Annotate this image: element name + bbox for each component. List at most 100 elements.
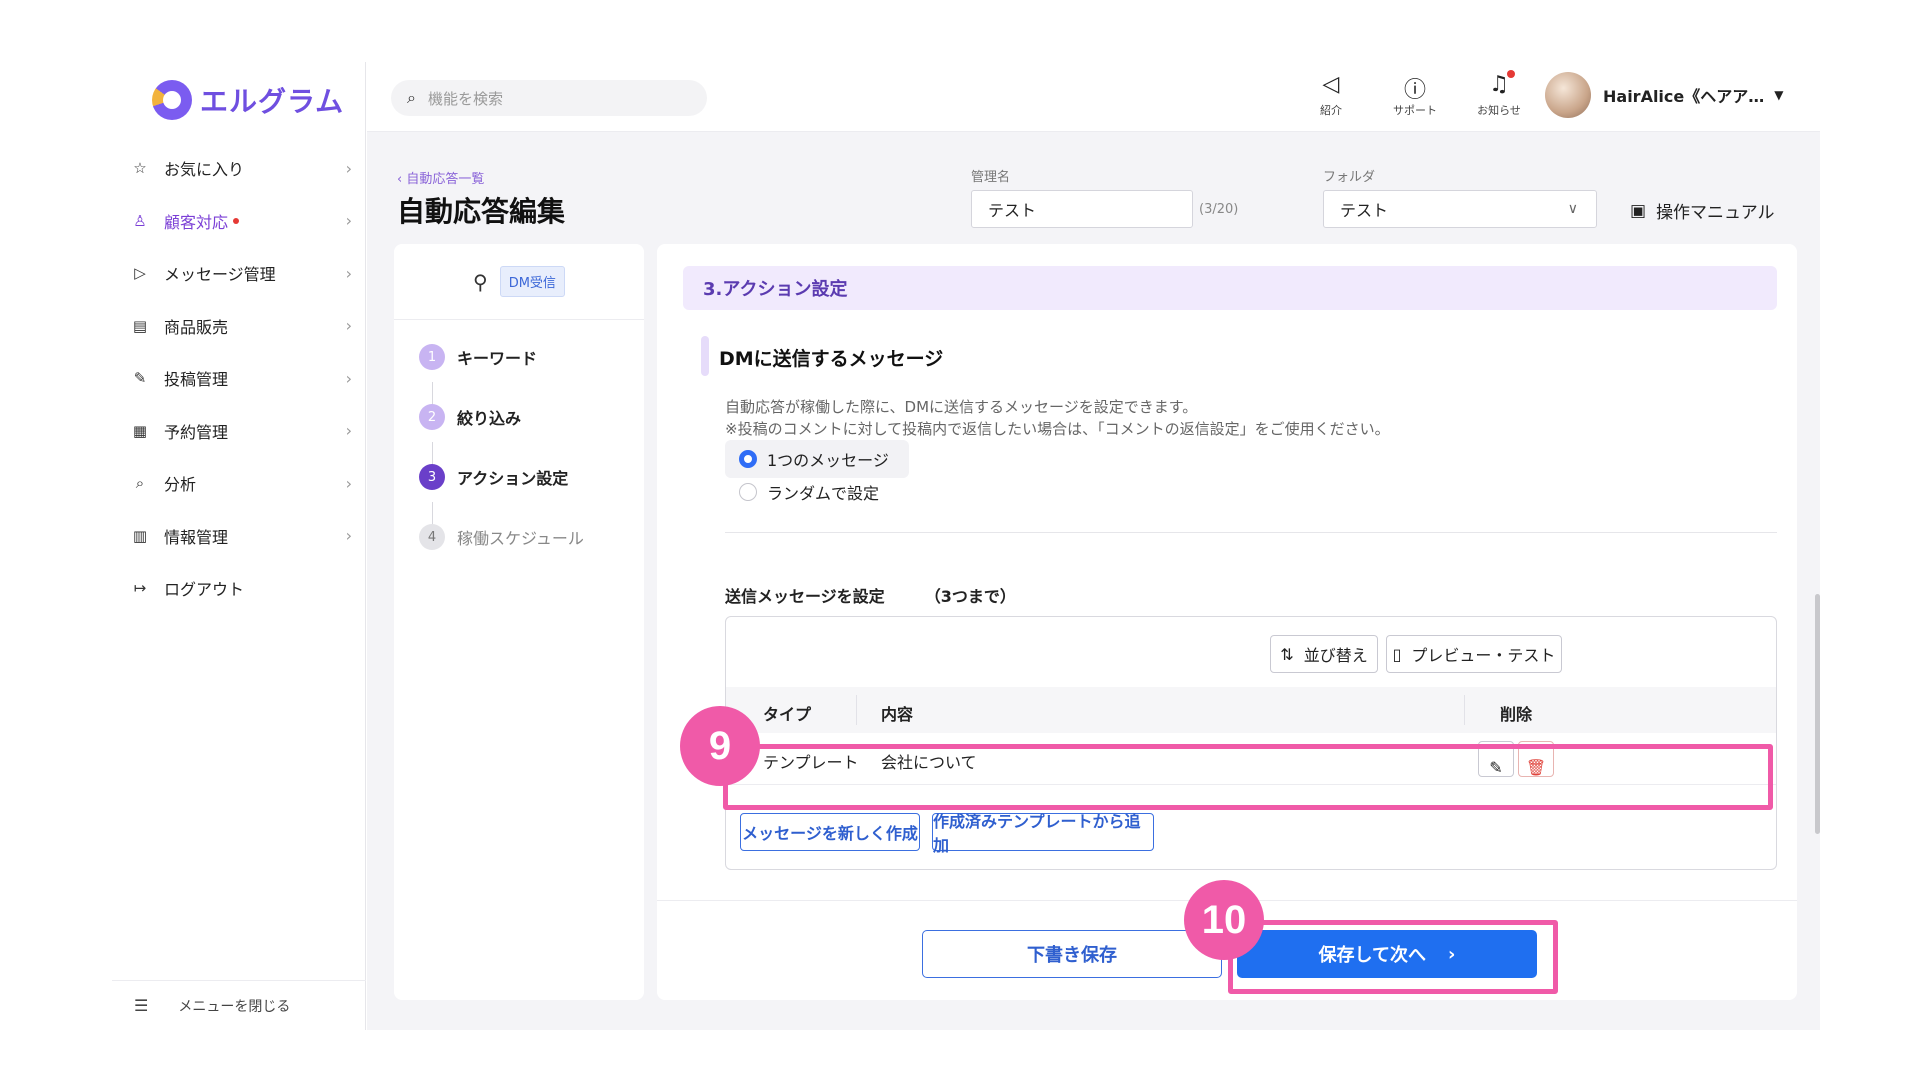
shop-icon: ▤ (132, 316, 148, 335)
sidebar-item-label: 分析 (164, 475, 197, 495)
header-content: 内容 (881, 705, 914, 724)
step-number: 1 (419, 344, 445, 370)
sidebar-item-label: メッセージ管理 (164, 265, 276, 285)
sidebar-item-info[interactable]: ▥ 情報管理 › (130, 510, 352, 563)
phone-icon: ▯ (1392, 644, 1402, 664)
chevron-right-icon: › (345, 263, 352, 283)
section-title: 3.アクション設定 (683, 266, 1777, 310)
steps-panel: ⚲ DM受信 1 キーワード 2 絞り込み 3 アクション設定 4 稼働スケジュ… (394, 244, 644, 1000)
support-label: サポート (1393, 104, 1437, 117)
app-root: エルグラム ☆ お気に入り › ♙ 顧客対応 › ▷ メッセージ管理 › ▤ 商… (0, 0, 1920, 1080)
sidebar-item-label: 情報管理 (164, 527, 229, 547)
folder-select[interactable]: テスト ∨ (1323, 190, 1597, 228)
sidebar-item-customer[interactable]: ♙ 顧客対応 › (130, 195, 352, 248)
avatar (1545, 72, 1591, 118)
megaphone-icon: ◁ (1322, 72, 1340, 97)
sidebar-item-sales[interactable]: ▤ 商品販売 › (130, 300, 352, 353)
chevron-right-icon: › (345, 368, 352, 388)
sort-label: 並び替え (1303, 646, 1368, 665)
step-schedule[interactable]: 4 稼働スケジュール (419, 524, 584, 550)
menu-collapse-icon: ☰ (134, 996, 149, 1015)
notification-dot (1506, 70, 1515, 78)
chevron-down-icon: ∨ (1567, 201, 1578, 217)
description-line-2: ※投稿のコメントに対して投稿内で返信したい場合は、「コメントの返信設定」をご使用… (725, 420, 1390, 438)
step-badge-10: 10 (1184, 880, 1264, 960)
folder-select-value: テスト (1340, 201, 1389, 220)
sidebar-item-label: 投稿管理 (164, 370, 229, 390)
divider (725, 532, 1777, 533)
sidebar-item-analysis[interactable]: ⌕ 分析 › (130, 457, 352, 510)
sidebar-item-posts[interactable]: ✎ 投稿管理 › (130, 352, 352, 405)
step-number: 3 (419, 464, 445, 490)
book-icon: ▣ (1630, 200, 1647, 221)
add-from-template-button[interactable]: 作成済みテンプレートから追加 (932, 812, 1154, 855)
trigger-header: ⚲ DM受信 (394, 244, 644, 320)
save-draft-button[interactable]: 下書き保存 (922, 930, 1222, 978)
user-menu[interactable]: HairAlice《ヘアア… ▼ (1545, 72, 1784, 118)
sidebar-item-label: 顧客対応 (164, 212, 229, 232)
main-area: ‹ 自動応答一覧 自動応答編集 管理名 テスト (3/20) フォルダ テスト … (367, 132, 1820, 1030)
user-name: HairAlice《ヘアア… (1603, 87, 1765, 106)
chevron-right-icon: › (345, 473, 352, 493)
chevron-right-icon: › (345, 211, 352, 231)
notifications-button[interactable]: ♫ お知らせ (1471, 70, 1527, 118)
breadcrumb[interactable]: ‹ 自動応答一覧 (397, 168, 484, 187)
step-label: キーワード (457, 349, 538, 368)
top-header: ⌕ 機能を検索 ◁ 紹介 ⓘ サポート ♫ お知らせ HairAlice《ヘアア… (367, 62, 1820, 132)
sidebar: エルグラム ☆ お気に入り › ♙ 顧客対応 › ▷ メッセージ管理 › ▤ 商… (112, 62, 366, 1030)
sort-icon: ⇅ (1280, 644, 1294, 664)
sidebar-item-label: 商品販売 (164, 317, 229, 337)
radio-random[interactable]: ランダムで設定 (725, 480, 879, 504)
table-header: タイプ 内容 削除 (726, 687, 1776, 733)
page-title: 自動応答編集 (397, 195, 566, 228)
help-icon: ⓘ (1403, 78, 1426, 103)
radio-unselected-icon (739, 483, 757, 501)
notification-dot (233, 217, 240, 224)
bell-icon: ♫ (1489, 70, 1515, 100)
header-delete: 削除 (1500, 705, 1533, 724)
search-icon: ⌕ (407, 88, 416, 107)
support-button[interactable]: ⓘ サポート (1387, 72, 1443, 118)
step-action[interactable]: 3 アクション設定 (419, 464, 568, 490)
header-separator (856, 695, 857, 725)
name-char-count: (3/20) (1199, 202, 1239, 217)
chevron-right-icon: › (345, 421, 352, 441)
new-message-button[interactable]: メッセージを新しく作成 (740, 813, 920, 851)
radio-label: 1つのメッセージ (767, 451, 889, 470)
chevron-right-icon: › (345, 526, 352, 546)
sidebar-item-logout[interactable]: ↦ ログアウト (130, 562, 352, 615)
header-separator (1464, 695, 1465, 725)
search-input[interactable]: ⌕ 機能を検索 (391, 80, 707, 116)
radio-single-message[interactable]: 1つのメッセージ (725, 440, 909, 478)
logout-icon: ↦ (133, 579, 147, 598)
radio-selected-icon (739, 450, 757, 468)
scrollbar[interactable] (1815, 594, 1820, 834)
logo-text: エルグラム (200, 85, 345, 118)
preview-test-button[interactable]: ▯ プレビュー・テスト (1386, 635, 1562, 673)
logo[interactable]: エルグラム (152, 76, 344, 124)
manual-label: 操作マニュアル (1656, 203, 1775, 223)
step-keyword[interactable]: 1 キーワード (419, 344, 537, 370)
header-icons: ◁ 紹介 ⓘ サポート ♫ お知らせ (1303, 70, 1527, 118)
star-icon: ☆ (133, 159, 147, 178)
sidebar-item-favorites[interactable]: ☆ お気に入り › (130, 142, 352, 195)
sort-button[interactable]: ⇅ 並び替え (1270, 635, 1378, 673)
subsection-title: DMに送信するメッセージ (701, 336, 943, 376)
user-icon: ♙ (133, 211, 147, 230)
sidebar-item-label: 予約管理 (164, 422, 229, 442)
step-filter[interactable]: 2 絞り込み (419, 404, 521, 430)
manual-link[interactable]: ▣ 操作マニュアル (1630, 198, 1775, 224)
close-menu-label: メニューを閉じる (178, 998, 291, 1015)
intro-label: 紹介 (1320, 104, 1342, 117)
sidebar-item-messages[interactable]: ▷ メッセージ管理 › (130, 247, 352, 300)
sidebar-item-reservations[interactable]: ▦ 予約管理 › (130, 405, 352, 458)
chart-icon: ▥ (132, 526, 148, 545)
name-field[interactable]: テスト (971, 190, 1193, 228)
intro-button[interactable]: ◁ 紹介 (1303, 72, 1359, 118)
chevron-right-icon: › (345, 158, 352, 178)
close-menu-button[interactable]: ☰ メニューを閉じる (112, 980, 366, 1030)
breadcrumb-label: 自動応答一覧 (406, 172, 485, 187)
edit-icon: ✎ (133, 369, 147, 388)
calendar-icon: ▦ (132, 421, 148, 440)
message-settings-label: 送信メッセージを設定 （3つまで） (725, 583, 1016, 607)
